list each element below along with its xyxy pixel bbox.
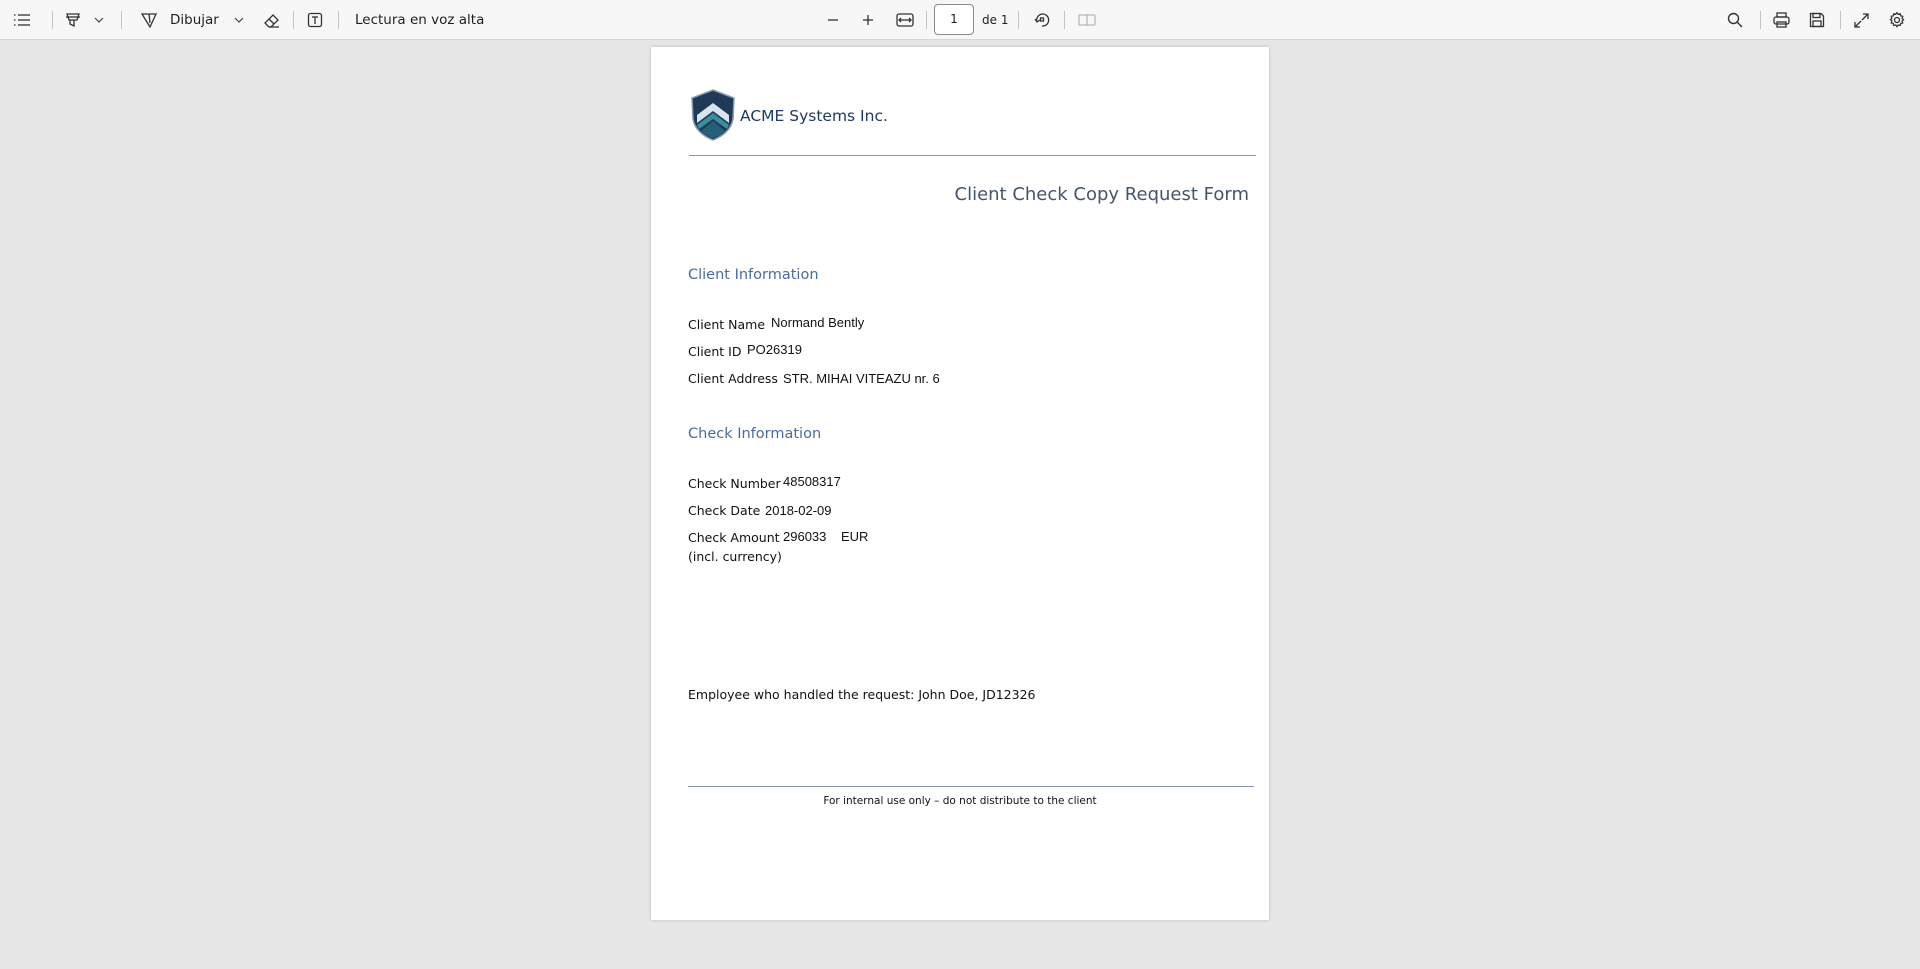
footer-note: For internal use only – do not distribut… bbox=[823, 795, 1097, 807]
toolbar-separator bbox=[1840, 11, 1841, 29]
draw-button[interactable] bbox=[138, 0, 160, 40]
printer-icon bbox=[1772, 12, 1790, 28]
page-total: de 1 bbox=[982, 0, 1008, 40]
add-text-button[interactable] bbox=[304, 0, 326, 40]
client-id-label: Client ID bbox=[688, 344, 742, 359]
search-icon bbox=[1727, 12, 1743, 28]
toolbar-separator bbox=[1018, 11, 1019, 29]
toolbar-separator bbox=[121, 11, 122, 29]
table-of-contents-button[interactable] bbox=[10, 0, 34, 40]
read-aloud-label: Lectura en voz alta bbox=[355, 12, 485, 28]
expand-icon bbox=[1853, 12, 1869, 28]
read-aloud-button[interactable]: Lectura en voz alta bbox=[355, 0, 484, 40]
text-box-icon bbox=[307, 12, 323, 28]
settings-button[interactable] bbox=[1886, 0, 1908, 40]
client-information-heading: Client Information bbox=[688, 267, 819, 283]
check-amount-label: Check Amount bbox=[688, 530, 780, 545]
highlighter-icon bbox=[66, 13, 80, 28]
chevron-down-icon bbox=[94, 17, 104, 23]
toolbar-separator bbox=[293, 11, 294, 29]
check-date-value: 2018-02-09 bbox=[765, 503, 832, 518]
fit-to-width-button[interactable] bbox=[893, 0, 917, 40]
draw-label: Dibujar bbox=[170, 12, 219, 28]
footer-divider bbox=[688, 786, 1254, 787]
print-button[interactable] bbox=[1770, 0, 1792, 40]
chevron-down-icon bbox=[234, 17, 244, 23]
toolbar-separator bbox=[52, 11, 53, 29]
minus-icon bbox=[828, 19, 838, 21]
highlight-options-button[interactable] bbox=[92, 0, 106, 40]
erase-button[interactable] bbox=[260, 0, 282, 40]
client-name-label: Client Name bbox=[688, 317, 766, 332]
company-name: ACME Systems Inc. bbox=[740, 107, 888, 125]
pdf-toolbar: Dibujar Lectura en voz alta 1 de 1 bbox=[0, 0, 1920, 40]
save-button[interactable] bbox=[1806, 0, 1828, 40]
check-amount-value: 296033 bbox=[783, 529, 827, 544]
draw-label-area[interactable]: Dibujar bbox=[170, 0, 219, 40]
check-date-label: Check Date bbox=[688, 503, 761, 518]
client-id-value: PO26319 bbox=[747, 342, 802, 357]
page-view-icon bbox=[1078, 14, 1096, 26]
pdf-page: ACME Systems Inc. Client Check Copy Requ… bbox=[651, 47, 1269, 920]
toolbar-separator bbox=[1760, 11, 1761, 29]
client-address-label: Client Address bbox=[688, 371, 778, 386]
check-currency-value: EUR bbox=[841, 529, 869, 544]
employee-line: Employee who handled the request: John D… bbox=[688, 687, 1036, 702]
eraser-icon bbox=[263, 13, 279, 28]
highlight-button[interactable] bbox=[62, 0, 84, 40]
search-button[interactable] bbox=[1724, 0, 1746, 40]
zoom-in-button[interactable] bbox=[857, 0, 879, 40]
check-information-heading: Check Information bbox=[688, 426, 822, 442]
plus-icon bbox=[863, 15, 873, 25]
gear-icon bbox=[1889, 12, 1905, 28]
toolbar-separator bbox=[338, 11, 339, 29]
two-page-view-button[interactable] bbox=[1076, 0, 1098, 40]
check-amount-sublabel: (incl. currency) bbox=[688, 549, 782, 564]
pen-icon bbox=[141, 13, 157, 28]
fullscreen-button[interactable] bbox=[1850, 0, 1872, 40]
header-divider bbox=[689, 155, 1256, 156]
rotate-button[interactable] bbox=[1031, 0, 1053, 40]
company-shield-logo bbox=[691, 89, 735, 141]
floppy-disk-icon bbox=[1809, 12, 1825, 28]
check-number-value: 48508317 bbox=[783, 474, 841, 489]
list-icon bbox=[14, 14, 30, 26]
zoom-out-button[interactable] bbox=[822, 0, 844, 40]
draw-options-button[interactable] bbox=[232, 0, 246, 40]
page-total-label: de 1 bbox=[982, 13, 1009, 27]
client-name-value: Normand Bently bbox=[771, 315, 865, 330]
fit-width-icon bbox=[896, 13, 914, 27]
rotate-icon bbox=[1034, 13, 1050, 27]
toolbar-separator bbox=[1064, 11, 1065, 29]
page-number-input[interactable]: 1 bbox=[934, 4, 974, 35]
toolbar-separator bbox=[926, 11, 927, 29]
form-title: Client Check Copy Request Form bbox=[954, 184, 1250, 205]
client-address-value: STR. MIHAI VITEAZU nr. 6 bbox=[783, 371, 940, 386]
check-number-label: Check Number bbox=[688, 476, 781, 491]
